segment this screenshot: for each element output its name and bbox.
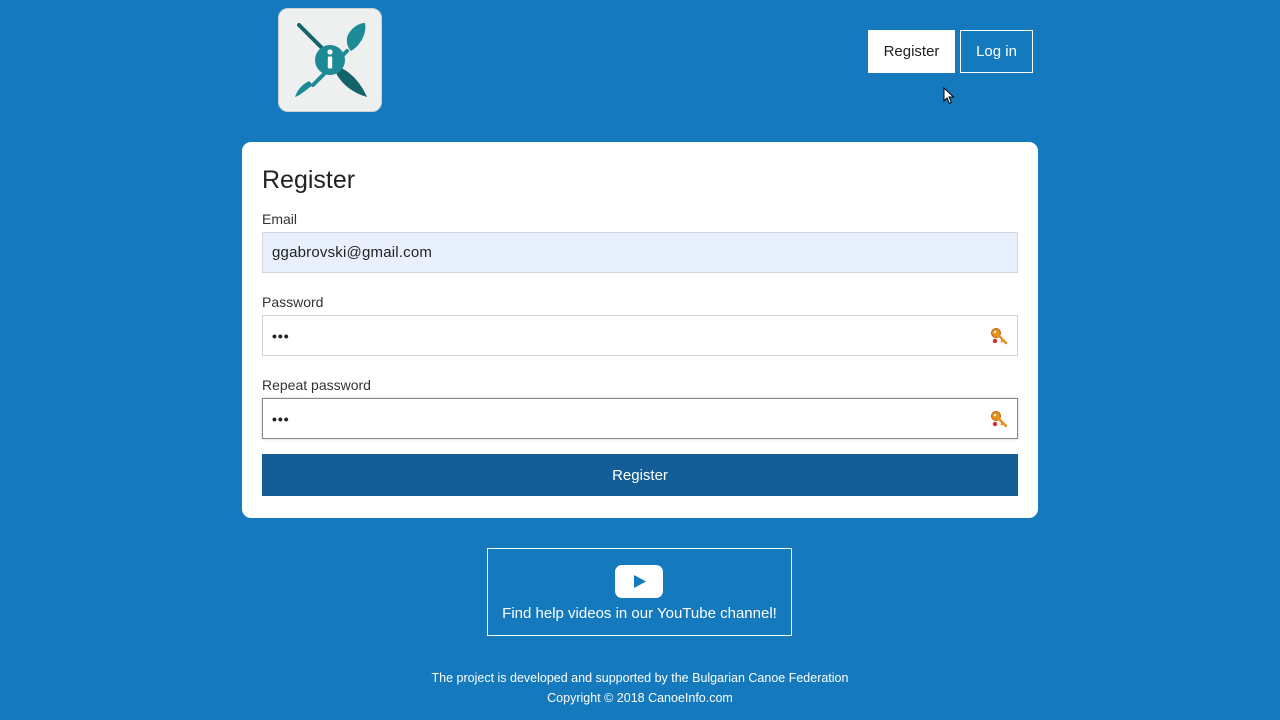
canoe-info-logo[interactable]: [278, 8, 382, 112]
footer-credit: The project is developed and supported b…: [431, 671, 849, 685]
canoe-info-logo-icon: [295, 23, 367, 97]
header-login-button[interactable]: Log in: [960, 30, 1033, 73]
register-submit-button[interactable]: Register: [262, 454, 1018, 496]
email-label: Email: [262, 211, 298, 227]
repeat-password-label: Repeat password: [262, 377, 371, 393]
footer-copyright: Copyright © 2018 CanoeInfo.com: [547, 691, 733, 705]
youtube-help-text: Find help videos in our YouTube channel!: [502, 605, 777, 622]
password-label: Password: [262, 294, 324, 310]
form-title: Register: [262, 166, 356, 194]
key-icon[interactable]: [990, 327, 1008, 345]
key-icon[interactable]: [990, 410, 1008, 428]
email-field[interactable]: ggabrovski@gmail.com: [262, 232, 1018, 273]
repeat-password-value: •••: [272, 410, 290, 427]
password-field[interactable]: •••: [262, 315, 1018, 356]
password-value: •••: [272, 327, 290, 344]
repeat-password-field[interactable]: •••: [262, 398, 1018, 439]
mouse-cursor-icon: [943, 87, 955, 105]
youtube-play-icon: [615, 565, 663, 598]
email-value: ggabrovski@gmail.com: [272, 244, 433, 261]
header-register-button[interactable]: Register: [868, 30, 955, 73]
youtube-help-link[interactable]: Find help videos in our YouTube channel!: [487, 548, 792, 636]
register-form-card: Register Email ggabrovski@gmail.com Pass…: [242, 142, 1038, 518]
